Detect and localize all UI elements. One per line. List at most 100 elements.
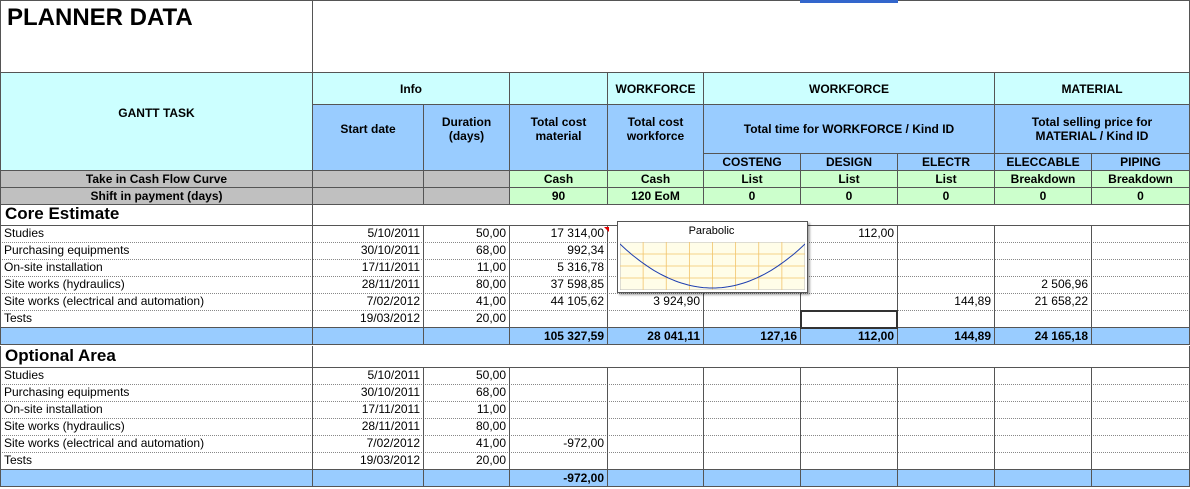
optional-area-row-5-duration[interactable]: 20,00	[423, 452, 510, 470]
optional-area-row-3-design[interactable]	[800, 418, 898, 436]
optional-area-row-2-eleccable[interactable]	[994, 401, 1092, 419]
optional-area-row-4-task[interactable]: Site works (electrical and automation)	[0, 435, 313, 453]
core-estimate-total-piping[interactable]	[1091, 327, 1190, 345]
core-estimate-row-2-design[interactable]	[800, 259, 898, 277]
core-estimate-row-2-piping[interactable]	[1091, 259, 1190, 277]
shift-payment-row-workforce[interactable]: 120 EoM	[607, 187, 704, 205]
core-estimate-row-0-duration[interactable]: 50,00	[423, 225, 510, 243]
optional-area-row-1-task[interactable]: Purchasing equipments	[0, 384, 313, 402]
optional-area-row-3-material[interactable]	[509, 418, 608, 436]
optional-area-row-3-costeng[interactable]	[703, 418, 801, 436]
core-estimate-total-task[interactable]	[0, 327, 313, 345]
cash-flow-row-eleccable[interactable]: Breakdown	[994, 170, 1092, 188]
kind-id-header-electr[interactable]: ELECTR	[897, 153, 995, 171]
optional-area-row-4-piping[interactable]	[1091, 435, 1190, 453]
shift-payment-row-design[interactable]: 0	[800, 187, 898, 205]
cash-flow-row-piping[interactable]: Breakdown	[1091, 170, 1190, 188]
core-estimate-row-3-design[interactable]	[800, 276, 898, 294]
shift-payment-row-costeng[interactable]: 0	[703, 187, 801, 205]
kind-id-header-design[interactable]: DESIGN	[800, 153, 898, 171]
optional-area-row-2-design[interactable]	[800, 401, 898, 419]
optional-area-row-4-design[interactable]	[800, 435, 898, 453]
optional-area-row-2-duration[interactable]: 11,00	[423, 401, 510, 419]
optional-area-row-3-start[interactable]: 28/11/2011	[312, 418, 424, 436]
optional-area-row-0-design[interactable]	[800, 367, 898, 385]
optional-area-row-4-electr[interactable]	[897, 435, 995, 453]
optional-area-row-5-task[interactable]: Tests	[0, 452, 313, 470]
core-estimate-row-0-piping[interactable]	[1091, 225, 1190, 243]
core-estimate-row-3-start[interactable]: 28/11/2011	[312, 276, 424, 294]
optional-area-row-3-workforce[interactable]	[607, 418, 704, 436]
optional-area-row-1-start[interactable]: 30/10/2011	[312, 384, 424, 402]
optional-area-total-design[interactable]	[800, 469, 898, 487]
optional-area-row-2-costeng[interactable]	[703, 401, 801, 419]
optional-area-row-1-design[interactable]	[800, 384, 898, 402]
optional-area-total-piping[interactable]	[1091, 469, 1190, 487]
optional-area-row-1-electr[interactable]	[897, 384, 995, 402]
shift-payment-row-piping[interactable]: 0	[1091, 187, 1190, 205]
optional-area-row-0-duration[interactable]: 50,00	[423, 367, 510, 385]
core-estimate-row-0-task[interactable]: Studies	[0, 225, 313, 243]
kind-id-header-costeng[interactable]: COSTENG	[703, 153, 801, 171]
core-estimate-row-5-electr[interactable]	[897, 310, 995, 328]
optional-area-row-1-eleccable[interactable]	[994, 384, 1092, 402]
total-selling-header[interactable]: Total selling price for MATERIAL / Kind …	[994, 104, 1190, 154]
shift-payment-row-eleccable[interactable]: 0	[994, 187, 1092, 205]
optional-area-row-2-material[interactable]	[509, 401, 608, 419]
core-estimate-total-eleccable[interactable]: 24 165,18	[994, 327, 1092, 345]
cash-flow-row-start-blank[interactable]	[312, 170, 424, 188]
optional-area-total-task[interactable]	[0, 469, 313, 487]
core-estimate-row-1-material[interactable]: 992,34	[509, 242, 608, 260]
total-time-header[interactable]: Total time for WORKFORCE / Kind ID	[703, 104, 995, 154]
selected-cell-cursor[interactable]	[800, 310, 898, 329]
optional-area-row-1-duration[interactable]: 68,00	[423, 384, 510, 402]
cash-flow-row-costeng[interactable]: List	[703, 170, 801, 188]
cash-flow-row-electr[interactable]: List	[897, 170, 995, 188]
core-estimate-row-4-piping[interactable]	[1091, 293, 1190, 311]
cash-flow-row-label[interactable]: Take in Cash Flow Curve	[0, 170, 313, 188]
core-estimate-total-duration[interactable]	[423, 327, 510, 345]
optional-area-row-3-electr[interactable]	[897, 418, 995, 436]
core-estimate-row-1-eleccable[interactable]	[994, 242, 1092, 260]
core-estimate-row-4-design[interactable]	[800, 293, 898, 311]
core-estimate-row-4-task[interactable]: Site works (electrical and automation)	[0, 293, 313, 311]
core-estimate-row-5-material[interactable]	[509, 310, 608, 328]
optional-area-row-4-material[interactable]: -972,00	[509, 435, 608, 453]
optional-area-total-electr[interactable]	[897, 469, 995, 487]
optional-area-row-2-piping[interactable]	[1091, 401, 1190, 419]
kind-id-header-eleccable[interactable]: ELECCABLE	[994, 153, 1092, 171]
core-estimate-row-2-task[interactable]: On-site installation	[0, 259, 313, 277]
core-estimate-row-3-material[interactable]: 37 598,85	[509, 276, 608, 294]
optional-area-row-4-workforce[interactable]	[607, 435, 704, 453]
optional-area-row-4-costeng[interactable]	[703, 435, 801, 453]
optional-area-row-4-start[interactable]: 7/02/2012	[312, 435, 424, 453]
optional-area-row-5-costeng[interactable]	[703, 452, 801, 470]
info-blank-header[interactable]	[509, 72, 608, 105]
optional-area-row-2-start[interactable]: 17/11/2011	[312, 401, 424, 419]
core-estimate-row-5-costeng[interactable]	[703, 310, 801, 328]
core-estimate-row-5-workforce[interactable]	[607, 310, 704, 328]
total-cost-material-header[interactable]: Total cost material	[509, 104, 608, 171]
shift-payment-row-start-blank[interactable]	[312, 187, 424, 205]
core-estimate-row-4-duration[interactable]: 41,00	[423, 293, 510, 311]
material-group-header[interactable]: MATERIAL	[994, 72, 1190, 105]
workforce-group-header-b[interactable]: WORKFORCE	[703, 72, 995, 105]
optional-area-row-0-eleccable[interactable]	[994, 367, 1092, 385]
core-estimate-total-material[interactable]: 105 327,59	[509, 327, 608, 345]
core-estimate-row-5-piping[interactable]	[1091, 310, 1190, 328]
optional-area-row-0-material[interactable]	[509, 367, 608, 385]
core-estimate-row-5-eleccable[interactable]	[994, 310, 1092, 328]
core-estimate-row-3-task[interactable]: Site works (hydraulics)	[0, 276, 313, 294]
core-estimate-row-4-costeng[interactable]	[703, 293, 801, 311]
optional-area-title[interactable]: Optional Area	[0, 346, 313, 368]
core-estimate-row-5-task[interactable]: Tests	[0, 310, 313, 328]
optional-area-row-0-costeng[interactable]	[703, 367, 801, 385]
optional-area-row-2-electr[interactable]	[897, 401, 995, 419]
core-estimate-total-costeng[interactable]: 127,16	[703, 327, 801, 345]
optional-area-row-5-start[interactable]: 19/03/2012	[312, 452, 424, 470]
optional-area-row-2-workforce[interactable]	[607, 401, 704, 419]
core-estimate-row-1-piping[interactable]	[1091, 242, 1190, 260]
info-group-header[interactable]: Info	[312, 72, 510, 105]
optional-area-row-5-workforce[interactable]	[607, 452, 704, 470]
cash-flow-row-workforce[interactable]: Cash	[607, 170, 704, 188]
